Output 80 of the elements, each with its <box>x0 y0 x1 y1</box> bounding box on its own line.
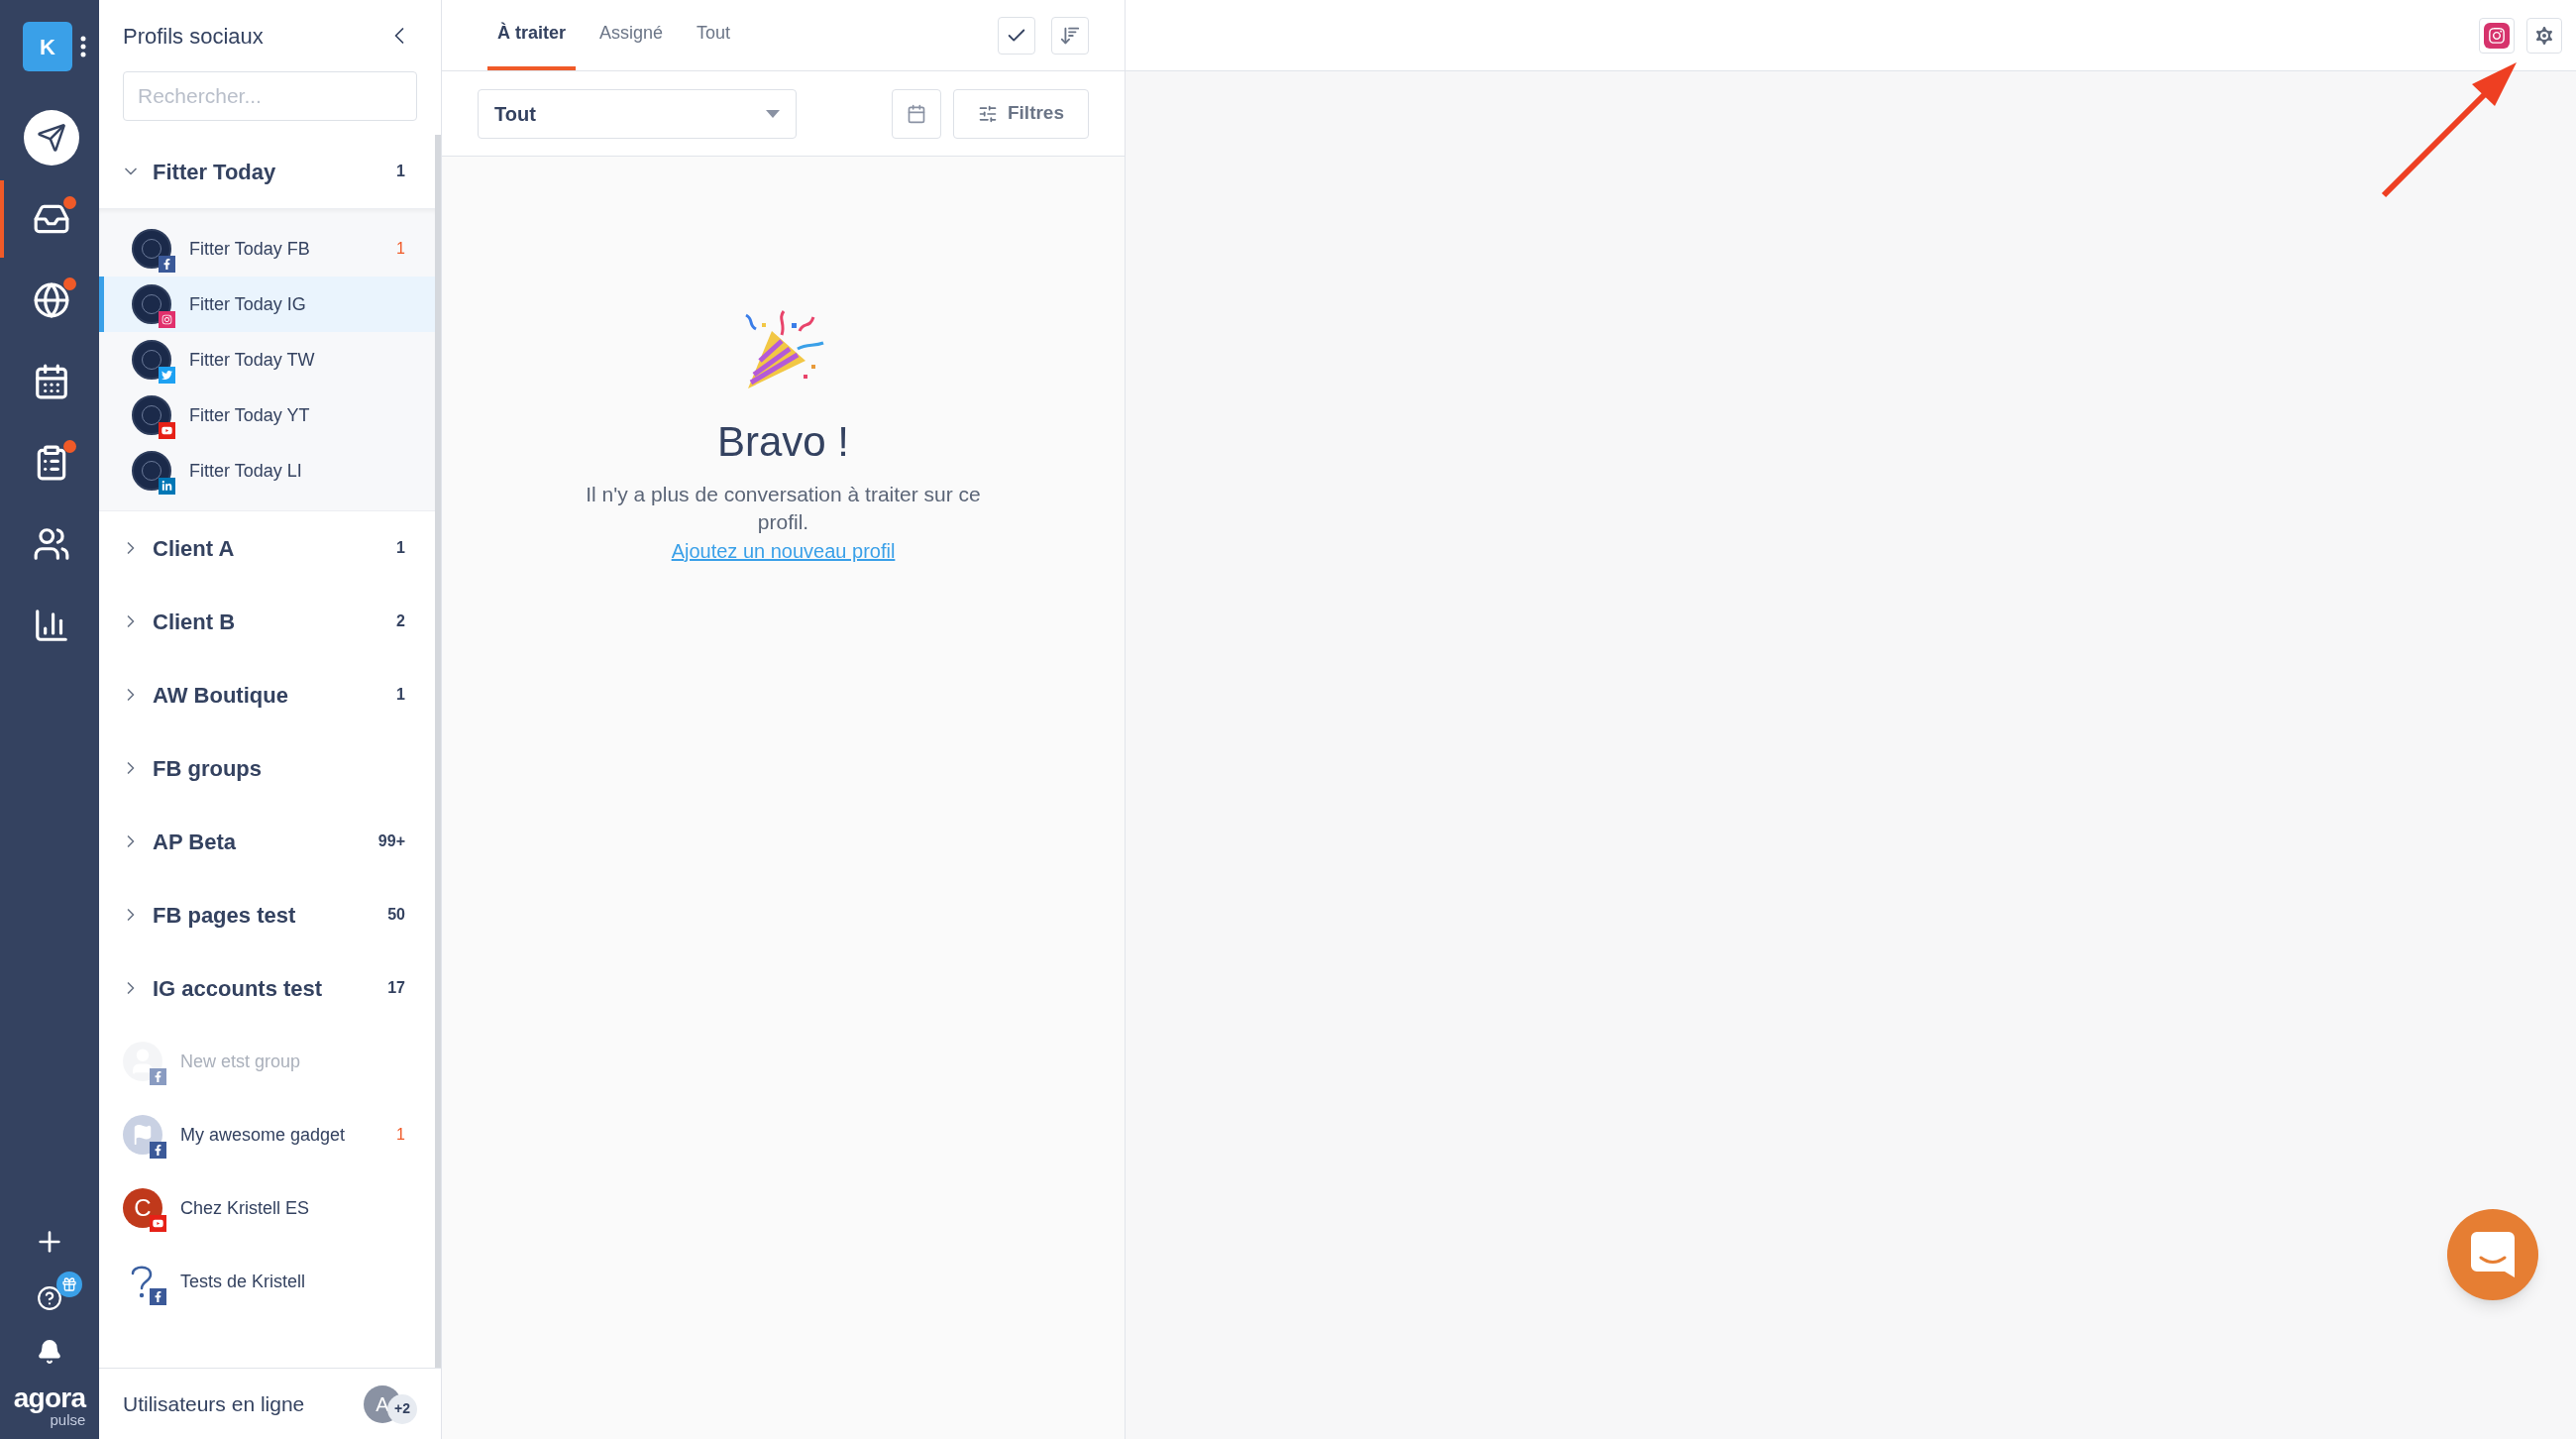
filter-select[interactable]: Tout <box>478 88 797 139</box>
profile-name: Chez Kristell ES <box>180 1196 311 1220</box>
sidebar-title: Profils sociaux <box>123 22 264 51</box>
logo-avatar <box>132 340 171 380</box>
search-field[interactable]: Rechercher... <box>123 71 417 121</box>
publish-icon <box>37 123 66 153</box>
profile-item[interactable]: Fitter Today FB 1 <box>99 221 435 277</box>
inbox-tab[interactable]: Tout <box>687 0 741 70</box>
chat-smile-icon <box>2471 1232 2515 1277</box>
profile-name: Tests de Kristell <box>180 1270 307 1293</box>
online-users-label: Utilisateurs en ligne <box>123 1390 305 1417</box>
profile-item[interactable]: Fitter Today TW <box>99 332 435 387</box>
dropdown-arrow-icon <box>766 109 780 118</box>
group-count: 17 <box>387 978 405 998</box>
profile-item[interactable]: My awesome gadget 1 <box>99 1098 435 1171</box>
group-name: Client A <box>153 534 236 563</box>
profile-name: New etst group <box>180 1050 302 1073</box>
group-name: AP Beta <box>153 828 237 856</box>
instagram-button[interactable] <box>2479 17 2515 54</box>
logo-avatar <box>132 395 171 435</box>
empty-state-message: Il n'y a plus de conversation à traiter sur ce profil. <box>585 482 982 535</box>
group-name: FB pages test <box>153 901 297 930</box>
profile-name: Fitter Today TW <box>189 348 316 372</box>
profile-item[interactable]: Fitter Today YT <box>99 387 435 443</box>
analytics-icon <box>33 607 70 644</box>
profile-group[interactable]: FB groups <box>99 731 435 805</box>
profile-group[interactable]: FB pages test 50 <box>99 878 435 951</box>
group-count: 2 <box>396 611 405 631</box>
inbox-tab[interactable]: Assigné <box>590 0 674 70</box>
mark-done-button[interactable] <box>998 16 1035 55</box>
unread-count: 1 <box>396 1125 405 1145</box>
profile-item[interactable]: Fitter Today LI <box>99 443 435 498</box>
date-picker-button[interactable] <box>891 88 941 139</box>
logo-avatar <box>132 229 171 269</box>
profile-name: My awesome gadget <box>180 1123 347 1147</box>
profile-name: Fitter Today FB <box>189 237 311 261</box>
calendar-icon <box>33 363 70 400</box>
profile-group[interactable]: Client A 1 <box>99 511 435 585</box>
bell-icon[interactable] <box>37 1339 62 1365</box>
group-name: AW Boutique <box>153 681 289 710</box>
profile-item[interactable]: Tests de Kristell <box>99 1245 435 1318</box>
sort-button[interactable] <box>1051 16 1089 55</box>
profile-group[interactable]: AW Boutique 1 <box>99 658 435 731</box>
more-options-icon[interactable] <box>80 36 86 57</box>
group-count: 50 <box>387 905 405 925</box>
profile-item[interactable]: C Chez Kristell ES <box>99 1171 435 1245</box>
group-count: 1 <box>396 538 405 558</box>
group-count: 1 <box>396 162 405 181</box>
help-icon[interactable] <box>37 1285 62 1311</box>
empty-state-title: Bravo ! <box>716 417 850 467</box>
profile-group[interactable]: Client B 2 <box>99 585 435 658</box>
instagram-icon <box>2488 26 2506 45</box>
group-count: 99+ <box>377 831 405 851</box>
settings-button[interactable] <box>2526 17 2562 54</box>
calendar-icon <box>906 103 926 124</box>
profile-group[interactable]: AP Beta 99+ <box>99 805 435 878</box>
more-users-count[interactable]: +2 <box>387 1393 417 1424</box>
gift-icon[interactable] <box>56 1272 82 1297</box>
flag-avatar <box>123 1115 162 1155</box>
profile-item[interactable]: Fitter Today IG <box>99 277 435 332</box>
listening-icon <box>33 281 70 319</box>
logo-avatar <box>132 451 171 491</box>
group-name: Client B <box>153 608 237 636</box>
filters-button[interactable]: Filtres <box>952 88 1089 139</box>
letter-avatar: C <box>123 1188 162 1228</box>
logo-avatar <box>132 284 171 324</box>
profile-name: Fitter Today IG <box>189 292 307 316</box>
group-count: 1 <box>396 685 405 705</box>
sliders-icon <box>977 103 998 124</box>
profile-group[interactable]: IG accounts test 17 <box>99 951 435 1025</box>
profile-name: Fitter Today YT <box>189 403 311 427</box>
profile-group[interactable]: Fitter Today 1 <box>99 135 435 208</box>
group-name: IG accounts test <box>153 974 324 1003</box>
profile-name: Fitter Today LI <box>189 459 303 483</box>
person-avatar <box>123 1042 162 1081</box>
unread-count: 1 <box>396 239 405 259</box>
group-name: Fitter Today <box>153 158 277 186</box>
group-name: FB groups <box>153 754 263 783</box>
team-icon <box>33 525 70 563</box>
logo-subtitle: pulse <box>50 1412 86 1427</box>
